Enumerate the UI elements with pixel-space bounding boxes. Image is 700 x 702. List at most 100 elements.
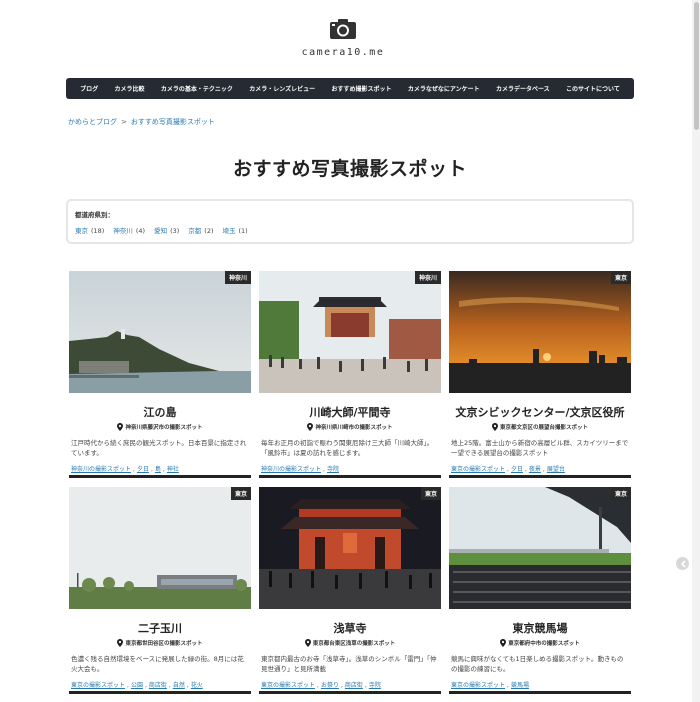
tag-separator: ,	[340, 682, 343, 689]
nav-item-about[interactable]: このサイトについて	[566, 84, 620, 93]
spot-title[interactable]: 浅草寺	[259, 620, 441, 636]
spot-photo[interactable]: 東京	[259, 487, 441, 609]
card-divider	[259, 475, 441, 478]
filter-name[interactable]: 京都	[188, 227, 201, 235]
nav-item-spots[interactable]: おすすめ撮影スポット	[331, 84, 391, 93]
spot-location-text: 東京都府中市の撮影スポット	[508, 641, 580, 647]
filter-count: (3)	[170, 227, 180, 235]
spot-card-bunkyo-civic-center[interactable]: 東京 文京シビックセンター/文京区役所 東京都文京区の展望台撮影スポット 地上2…	[449, 271, 631, 479]
filter-count: (18)	[91, 227, 105, 235]
filter-name[interactable]: 愛知	[154, 227, 167, 235]
nav-item-blog[interactable]: ブログ	[80, 84, 98, 93]
filter-item-kanagawa[interactable]: 神奈川 (4)	[113, 225, 145, 235]
tag-link[interactable]: 商店街	[149, 682, 167, 689]
filter-label: 都道府県別：	[75, 211, 114, 219]
tag-link[interactable]: 夜景	[529, 466, 541, 473]
tag-link[interactable]: 神奈川の撮影スポット	[71, 466, 131, 473]
nav-item-survey[interactable]: カメラなぜなにアンケート	[408, 84, 480, 93]
tag-separator: ,	[317, 682, 319, 689]
spot-title[interactable]: 江の島	[69, 404, 251, 420]
prefecture-badge: 東京	[230, 487, 251, 500]
map-pin-icon	[491, 423, 498, 431]
spot-title[interactable]: 東京競馬場	[449, 620, 631, 636]
scrollbar-thumb[interactable]	[694, 2, 699, 130]
tag-link[interactable]: お祭り	[321, 682, 339, 689]
page-title: おすすめ写真撮影スポット	[232, 158, 467, 180]
spot-location: 東京都文京区の展望台撮影スポット	[449, 423, 631, 431]
spot-card-enoshima[interactable]: 神奈川 江の島 神奈川県藤沢市の撮影スポット 江戸時代から続く庶民の観光スポット…	[69, 271, 251, 479]
spot-card-tokyo-racecourse[interactable]: 東京 東京競馬場 東京都府中市の撮影スポット 競馬に興味がなくても1日楽しめる撮…	[449, 487, 631, 695]
card-divider	[259, 691, 441, 694]
filter-item-aichi[interactable]: 愛知 (3)	[154, 225, 179, 235]
map-pin-icon	[117, 639, 124, 647]
tag-link[interactable]: 展望台	[547, 466, 565, 473]
prefecture-badge: 東京	[610, 271, 631, 284]
prefecture-badge: 神奈川	[224, 271, 251, 284]
breadcrumb-current[interactable]: おすすめ写真撮影スポット	[131, 118, 215, 126]
map-pin-icon	[117, 423, 124, 431]
nav-item-basics[interactable]: カメラの基本・テクニック	[161, 84, 233, 93]
nav-item-camera-compare[interactable]: カメラ比較	[115, 84, 145, 93]
tag-separator: ,	[133, 466, 135, 473]
map-pin-icon	[307, 423, 314, 431]
tag-link[interactable]: 東京の撮影スポット	[451, 682, 505, 689]
spot-card-sensoji[interactable]: 東京 浅草寺 東京都台東区浅草の撮影スポット 東京都内最古のお寺「浅草寺」。浅草…	[259, 487, 441, 695]
nav-item-reviews[interactable]: カメラ・レンズレビュー	[249, 84, 315, 93]
spot-title[interactable]: 文京シビックセンター/文京区役所	[449, 404, 631, 420]
tag-link[interactable]: 夕日	[137, 466, 149, 473]
filter-count: (1)	[238, 227, 248, 235]
spot-description: 毎年お正月の初詣で賑わう関東厄除け三大師「川崎大師」。「風鈴市」は夏の訪れを感じ…	[261, 439, 434, 457]
filter-name[interactable]: 神奈川	[113, 227, 133, 235]
breadcrumb-home[interactable]: かめらとブログ	[68, 118, 117, 126]
filter-name[interactable]: 埼玉	[223, 227, 236, 235]
tag-link[interactable]: 自然	[173, 682, 185, 689]
filter-list: 東京 (18) 神奈川 (4) 愛知 (3) 京都 (2) 埼玉 (1)	[75, 225, 625, 235]
tag-separator: ,	[144, 682, 147, 689]
side-arrow-button[interactable]	[676, 557, 689, 570]
spot-card-futako-tamagawa[interactable]: 東京 二子玉川 東京都世田谷区の撮影スポット 色濃く残る自然環境をベースに発展し…	[69, 487, 251, 695]
tag-link[interactable]: 寺院	[327, 466, 339, 473]
spot-photo[interactable]: 神奈川	[259, 271, 441, 393]
tag-link[interactable]: 公園	[131, 682, 143, 689]
tag-link[interactable]: 商店街	[345, 682, 363, 689]
spot-photo[interactable]: 東京	[449, 487, 631, 609]
tag-link[interactable]: 競馬場	[511, 682, 529, 689]
tag-link[interactable]: 東京の撮影スポット	[71, 682, 125, 689]
page-scrollbar[interactable]	[692, 0, 700, 702]
site-name: camera10.me	[301, 47, 385, 58]
spot-title[interactable]: 二子玉川	[69, 620, 251, 636]
filter-item-tokyo[interactable]: 東京 (18)	[75, 225, 104, 235]
tag-separator: ,	[162, 466, 165, 473]
tag-separator: ,	[150, 466, 153, 473]
filter-name[interactable]: 東京	[75, 227, 88, 235]
spot-photo[interactable]: 東京	[449, 271, 631, 393]
tag-link[interactable]: 東京の撮影スポット	[261, 682, 315, 689]
spot-description: 江戸時代から続く庶民の観光スポット。日本百景に指定されています。	[71, 439, 247, 457]
spot-tags: 神奈川の撮影スポット, 夕日, 島, 神社	[71, 464, 251, 473]
site-logo[interactable]: camera10.me	[0, 18, 686, 58]
spot-card-kawasaki-daishi[interactable]: 神奈川 川崎大師/平間寺 神奈川県川崎市の撮影スポット 毎年お正月の初詣で賑わう…	[259, 271, 441, 479]
tag-separator: ,	[186, 682, 189, 689]
filter-item-saitama[interactable]: 埼玉 (1)	[223, 225, 248, 235]
tag-separator: ,	[168, 682, 171, 689]
tag-separator: ,	[364, 682, 367, 689]
tag-link[interactable]: 島	[155, 466, 161, 473]
spot-tags: 東京の撮影スポット, 競馬場	[451, 680, 631, 689]
tag-link[interactable]: 寺院	[369, 682, 381, 689]
tag-link[interactable]: 花火	[191, 682, 203, 689]
tag-link[interactable]: 東京の撮影スポット	[451, 466, 505, 473]
card-divider	[449, 691, 631, 694]
spot-photo[interactable]: 東京	[69, 487, 251, 609]
tag-link[interactable]: 神社	[167, 466, 179, 473]
spot-description: 東京都内最古のお寺「浅草寺」。浅草のシンボル「雷門」「仲見世通り」と見所満載	[261, 655, 437, 673]
filter-item-kyoto[interactable]: 京都 (2)	[188, 225, 213, 235]
card-divider	[69, 691, 251, 694]
tag-link[interactable]: 神奈川の撮影スポット	[261, 466, 321, 473]
camera-icon	[330, 19, 356, 39]
spot-description: 地上25階。富士山から新宿の高層ビル群、スカイツリーまで一望できる展望台の撮影ス…	[451, 439, 629, 457]
tag-link[interactable]: 夕日	[511, 466, 523, 473]
spot-title[interactable]: 川崎大師/平間寺	[259, 404, 441, 420]
nav-item-database[interactable]: カメラデータベース	[496, 84, 550, 93]
spot-photo[interactable]: 神奈川	[69, 271, 251, 393]
spot-location: 東京都台東区浅草の撮影スポット	[259, 639, 441, 647]
